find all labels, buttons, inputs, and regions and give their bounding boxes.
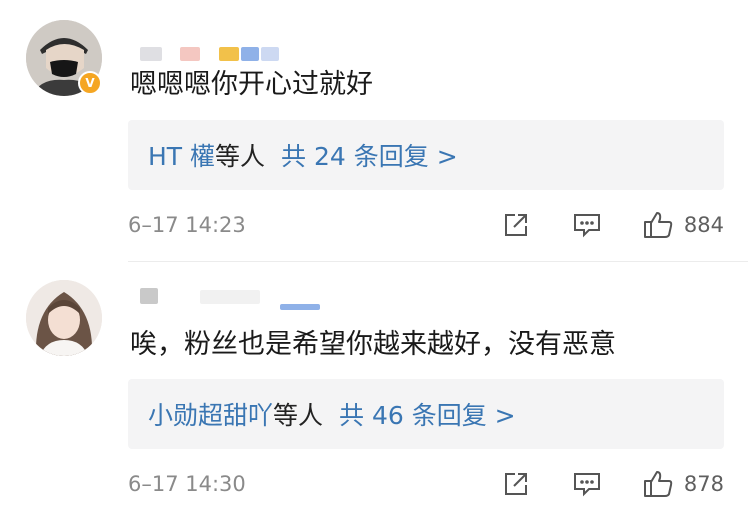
comment-button[interactable] — [572, 211, 602, 239]
like-count: 884 — [683, 213, 724, 237]
username-masked — [261, 47, 279, 61]
reply-author[interactable]: HT 權 — [148, 137, 215, 173]
replies-preview[interactable]: 小勋超甜吖 等人 共 46 条回复 > — [128, 379, 724, 449]
reply-others: 等人 — [273, 401, 324, 430]
comment-item: 唉，粉丝也是希望你越来越好，没有恶意 小勋超甜吖 等人 共 46 条回复 > 6… — [0, 262, 748, 521]
comment-text: 唉，粉丝也是希望你越来越好，没有恶意 — [130, 329, 616, 360]
comment-icon — [573, 473, 600, 497]
username-masked — [280, 304, 320, 310]
share-button[interactable] — [502, 211, 530, 239]
share-icon — [504, 214, 527, 236]
comment-footer: 6–17 14:23 884 — [128, 210, 724, 240]
reply-author[interactable]: 小勋超甜吖 — [148, 396, 273, 432]
reply-count-link[interactable]: 共 46 条回复 > — [339, 396, 516, 432]
timestamp: 6–17 14:23 — [128, 213, 246, 237]
username-masked — [200, 290, 260, 304]
replies-preview[interactable]: HT 權 等人 共 24 条回复 > — [128, 120, 724, 190]
like-count: 878 — [683, 472, 724, 496]
comment-item: V 嗯嗯嗯你开心过就好 HT 權 等人 共 24 条回复 > 6–17 14:2… — [0, 0, 748, 262]
reply-count-link[interactable]: 共 24 条回复 > — [281, 137, 458, 173]
username-masked[interactable] — [140, 47, 162, 61]
comment-footer: 6–17 14:30 878 — [128, 469, 724, 499]
username-masked — [180, 47, 200, 61]
verified-badge-icon: V — [78, 71, 102, 95]
username-masked — [219, 47, 239, 61]
comment-icon — [573, 214, 600, 238]
share-button[interactable] — [502, 470, 530, 498]
share-icon — [504, 473, 527, 495]
like-button[interactable]: 884 — [642, 210, 724, 240]
username-masked — [241, 47, 259, 61]
username-masked[interactable] — [140, 288, 158, 304]
comment-button[interactable] — [572, 470, 602, 498]
comment-text: 嗯嗯嗯你开心过就好 — [130, 69, 373, 100]
like-button[interactable]: 878 — [642, 469, 724, 499]
comment-actions: 884 — [502, 210, 724, 240]
reply-others: 等人 — [215, 142, 266, 171]
timestamp: 6–17 14:30 — [128, 472, 246, 496]
comment-actions: 878 — [502, 469, 724, 499]
thumbs-up-icon — [643, 212, 673, 238]
thumbs-up-icon — [643, 471, 673, 497]
avatar[interactable] — [26, 280, 102, 356]
